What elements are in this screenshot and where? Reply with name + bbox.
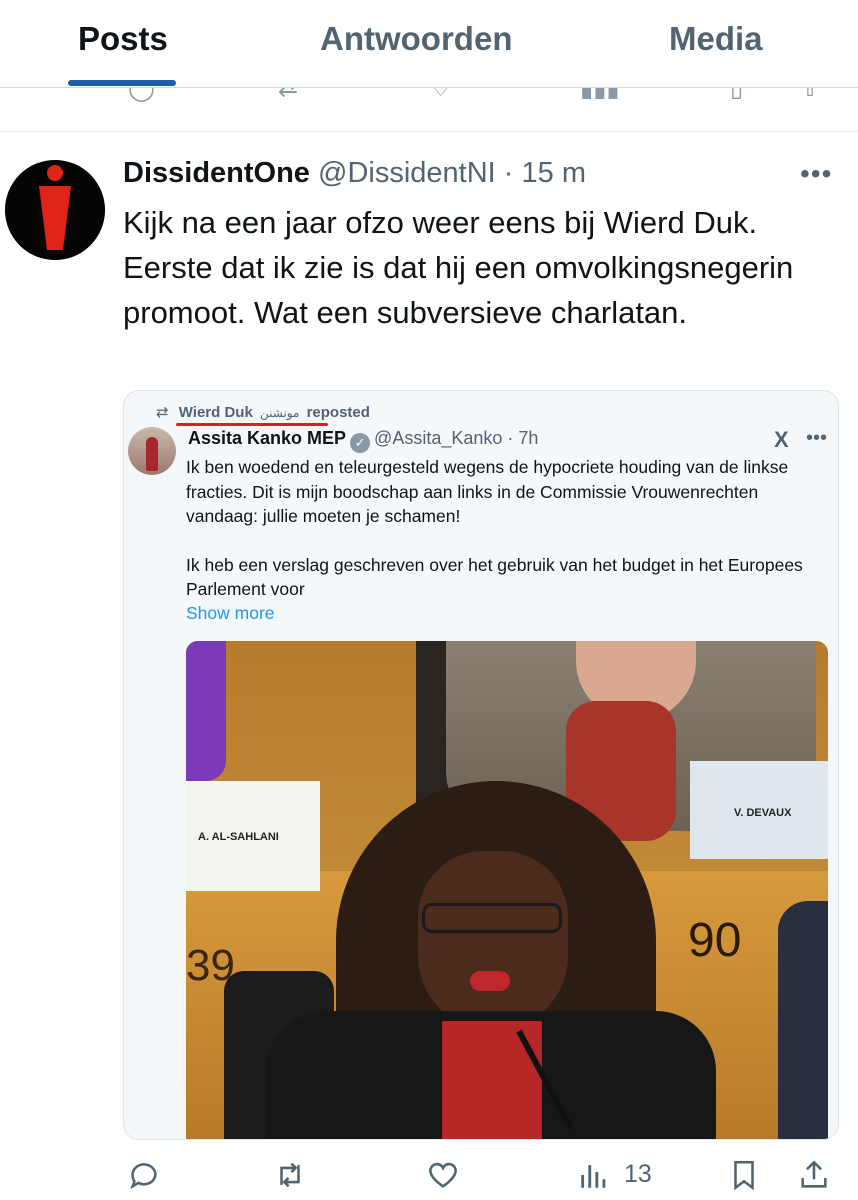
photo-person-left [186, 641, 226, 781]
photo-speaker-mouth [470, 971, 510, 991]
share-icon[interactable] [797, 1158, 831, 1197]
dot-separator: · [503, 157, 514, 189]
verified-icon: ✓ [350, 433, 371, 453]
previous-tweet-actions: ◯ ⇄ ♡ ▮▮▮ ▯ ⇧ [0, 88, 858, 102]
repost-icon: ⇄ [156, 404, 169, 421]
quote-photo[interactable]: A. AL-SAHLANI V. DEVAUX 39 90 [186, 641, 828, 1139]
quote-author-handle[interactable]: @Assita_Kanko [374, 428, 502, 448]
photo-speaker-glasses [422, 903, 562, 933]
quote-avatar[interactable] [128, 427, 176, 475]
avatar-logo-icon [5, 160, 105, 260]
photo-nameplate-left-text: A. AL-SAHLANI [198, 831, 279, 843]
retweet-icon[interactable]: ⇄ [278, 88, 298, 102]
tab-antwoorden[interactable]: Antwoorden [320, 20, 512, 58]
reply-icon[interactable]: ◯ [128, 88, 155, 102]
active-tab-indicator [68, 80, 176, 86]
retweet-icon[interactable] [273, 1158, 307, 1197]
quote-author-line: Assita Kanko MEP ✓ @Assita_Kanko · 7h [188, 428, 538, 453]
reposter-emoji: مونشنن [259, 406, 300, 420]
quote-more-icon[interactable]: ••• [806, 427, 827, 450]
quote-paragraph-2: Ik heb een verslag geschreven over het g… [186, 554, 803, 600]
quoted-post-card[interactable]: ⇄ Wierd Duk مونشنن reposted Assita Kanko… [123, 390, 839, 1140]
author-handle[interactable]: @DissidentNI [318, 157, 496, 189]
like-icon[interactable]: ♡ [430, 88, 452, 102]
repost-label: reposted [306, 404, 370, 421]
like-icon[interactable] [426, 1158, 460, 1197]
x-logo-icon: X [774, 427, 789, 452]
photo-person-right [778, 901, 828, 1139]
author-name[interactable]: DissidentOne [123, 157, 310, 189]
quote-author-name[interactable]: Assita Kanko MEP [188, 428, 346, 448]
views-count: 13 [624, 1160, 652, 1188]
tweet-actions [0, 1150, 858, 1200]
quote-text: Ik ben woedend en teleurgesteld wegens d… [186, 455, 816, 626]
avatar[interactable] [5, 160, 105, 260]
more-icon[interactable]: ••• [800, 158, 832, 190]
quote-dot-separator: · [507, 428, 514, 448]
red-annotation-underline [176, 423, 328, 426]
tab-posts[interactable]: Posts [78, 20, 168, 58]
tweet-author-line: DissidentOne @DissidentNI · 15 m [123, 157, 586, 190]
repost-indicator: ⇄ Wierd Duk مونشنن reposted [156, 403, 370, 421]
bookmark-icon[interactable] [727, 1158, 761, 1197]
views-icon[interactable]: ▮▮▮ [580, 88, 620, 102]
quote-paragraph-1: Ik ben woedend en teleurgesteld wegens d… [186, 457, 789, 526]
share-icon[interactable]: ⇧ [800, 88, 820, 102]
reply-icon[interactable] [127, 1158, 161, 1197]
bookmark-icon[interactable]: ▯ [730, 88, 743, 102]
tweet-separator [0, 131, 858, 132]
views-icon[interactable] [577, 1158, 611, 1197]
tweet-text: Kijk na een jaar ofzo weer eens bij Wier… [123, 205, 794, 330]
photo-nameplate-right-text: V. DEVAUX [734, 807, 792, 819]
show-more-link[interactable]: Show more [186, 603, 275, 624]
tab-media[interactable]: Media [669, 20, 763, 58]
photo-speaker-face [418, 851, 568, 1031]
reposter-name[interactable]: Wierd Duk [179, 404, 253, 421]
tweet-time[interactable]: 15 m [522, 157, 586, 189]
quote-time[interactable]: 7h [518, 428, 538, 448]
profile-tabs: Posts Antwoorden Media [0, 0, 858, 88]
photo-seat-number-right: 90 [688, 914, 742, 967]
